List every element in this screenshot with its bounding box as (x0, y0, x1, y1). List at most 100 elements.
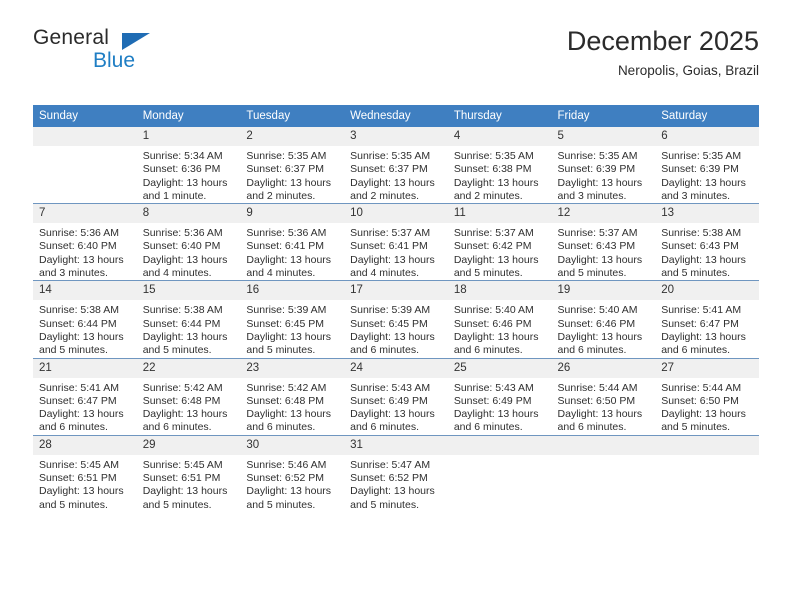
sunrise-text: Sunrise: 5:35 AM (350, 150, 431, 162)
calendar-day-cell[interactable]: 10 Sunrise: 5:37 AM Sunset: 6:41 PM Dayligh… (344, 203, 448, 281)
day-number: 2 (240, 127, 345, 146)
day-number: 8 (136, 204, 241, 224)
calendar-day-cell[interactable]: 19 Sunrise: 5:40 AM Sunset: 6:46 PM Dayligh… (551, 280, 656, 359)
calendar-day-cell[interactable]: 2 Sunrise: 5:35 AM Sunset: 6:37 PM Daylight… (240, 127, 345, 204)
calendar-day-cell[interactable]: 20 Sunrise: 5:41 AM Sunset: 6:47 PM Dayligh… (655, 280, 759, 359)
calendar-day-cell[interactable]: 8 Sunrise: 5:36 AM Sunset: 6:40 PM Daylight… (136, 203, 241, 281)
daylight-text-line2: and 6 minutes. (557, 344, 627, 357)
calendar-day-cell[interactable]: 14 Sunrise: 5:38 AM Sunset: 6:44 PM Dayligh… (33, 280, 137, 359)
calendar-day-cell[interactable]: 1 Sunrise: 5:34 AM Sunset: 6:36 PM Daylight… (136, 127, 241, 204)
calendar-day-cell[interactable]: 26 Sunrise: 5:44 AM Sunset: 6:50 PM Dayligh… (551, 357, 656, 436)
sunset-text: Sunset: 6:45 PM (350, 317, 428, 330)
day-details: Sunrise: 5:44 AM Sunset: 6:50 PM Daylight:… (655, 378, 759, 435)
day-number (33, 127, 137, 146)
daylight-text-line1: Daylight: 13 hours (557, 330, 643, 343)
daylight-text-line1: Daylight: 13 hours (453, 330, 539, 343)
sunrise-text: Sunrise: 5:34 AM (142, 150, 223, 162)
calendar-day-cell[interactable]: 9 Sunrise: 5:36 AM Sunset: 6:41 PM Daylight… (240, 203, 345, 281)
calendar-day-cell[interactable]: 12 Sunrise: 5:37 AM Sunset: 6:43 PM Dayligh… (551, 203, 656, 281)
sunset-text: Sunset: 6:50 PM (661, 394, 739, 407)
daylight-text-line2: and 6 minutes. (350, 344, 419, 357)
daylight-text-line1: Daylight: 13 hours (350, 408, 435, 421)
day-details: Sunrise: 5:38 AM Sunset: 6:44 PM Daylight:… (33, 300, 137, 357)
sunset-text: Sunset: 6:46 PM (453, 317, 532, 330)
day-number: 23 (240, 358, 345, 378)
sunset-text: Sunset: 6:52 PM (246, 472, 325, 485)
daylight-text-line1: Daylight: 13 hours (661, 176, 746, 189)
daylight-text-line1: Daylight: 13 hours (661, 253, 746, 266)
calendar-day-cell[interactable]: 23 Sunrise: 5:42 AM Sunset: 6:48 PM Dayligh… (240, 357, 345, 436)
calendar-day-cell[interactable]: 15 Sunrise: 5:38 AM Sunset: 6:44 PM Dayligh… (136, 280, 241, 359)
calendar-day-cell[interactable]: 27 Sunrise: 5:44 AM Sunset: 6:50 PM Dayligh… (655, 357, 759, 436)
sunrise-text: Sunrise: 5:46 AM (246, 458, 327, 471)
calendar-day-cell[interactable]: 31 Sunrise: 5:47 AM Sunset: 6:52 PM Dayligh… (344, 434, 448, 512)
daylight-text-line1: Daylight: 13 hours (39, 485, 124, 498)
day-details: Sunrise: 5:42 AM Sunset: 6:48 PM Daylight:… (240, 378, 344, 435)
calendar-day-cell[interactable]: 28 Sunrise: 5:45 AM Sunset: 6:51 PM Dayligh… (33, 434, 137, 512)
day-details: Sunrise: 5:34 AM Sunset: 6:36 PM Daylight:… (137, 146, 241, 203)
sunset-text: Sunset: 6:51 PM (39, 472, 117, 485)
day-number: 14 (33, 281, 137, 301)
daylight-text-line2: and 5 minutes. (246, 344, 316, 357)
calendar-day-cell[interactable]: 3 Sunrise: 5:35 AM Sunset: 6:37 PM Daylight… (344, 127, 448, 204)
day-number: 27 (655, 358, 759, 378)
sunset-text: Sunset: 6:43 PM (557, 240, 636, 253)
daylight-text-line2: and 5 minutes. (142, 344, 212, 357)
calendar-day-cell[interactable]: 30 Sunrise: 5:46 AM Sunset: 6:52 PM Dayligh… (240, 434, 345, 512)
sunset-text: Sunset: 6:40 PM (39, 240, 117, 253)
calendar-day-cell[interactable]: 13 Sunrise: 5:38 AM Sunset: 6:43 PM Dayligh… (655, 203, 759, 281)
sunset-text: Sunset: 6:41 PM (246, 240, 325, 253)
general-blue-logo[interactable]: General Blue (33, 26, 223, 86)
day-details: Sunrise: 5:35 AM Sunset: 6:38 PM Daylight:… (448, 146, 552, 203)
calendar-day-cell[interactable]: 4 Sunrise: 5:35 AM Sunset: 6:38 PM Daylight… (447, 127, 552, 204)
calendar-day-cell[interactable]: 17 Sunrise: 5:39 AM Sunset: 6:45 PM Dayligh… (344, 280, 448, 359)
daylight-text-line1: Daylight: 13 hours (557, 408, 643, 421)
calendar-day-cell[interactable]: 5 Sunrise: 5:35 AM Sunset: 6:39 PM Daylight… (551, 127, 656, 204)
day-number (447, 435, 552, 455)
day-number: 15 (136, 281, 241, 301)
daylight-text-line2: and 2 minutes. (246, 189, 316, 202)
weekday-header-thursday: Thursday (447, 105, 552, 127)
day-number: 9 (240, 204, 345, 224)
page-header: General Blue December 2025 Neropolis, Go… (33, 26, 759, 92)
day-details: Sunrise: 5:35 AM Sunset: 6:39 PM Daylight:… (552, 146, 656, 203)
sunset-text: Sunset: 6:38 PM (453, 163, 532, 176)
calendar-day-cell[interactable]: 22 Sunrise: 5:42 AM Sunset: 6:48 PM Dayligh… (136, 357, 241, 436)
daylight-text-line2: and 6 minutes. (453, 344, 523, 357)
day-number: 7 (33, 204, 137, 224)
calendar-cell-empty (551, 434, 656, 512)
daylight-text-line2: and 5 minutes. (557, 267, 627, 280)
title-block: December 2025 Neropolis, Goias, Brazil (567, 24, 759, 82)
calendar-day-cell[interactable]: 21 Sunrise: 5:41 AM Sunset: 6:47 PM Dayligh… (33, 357, 137, 436)
sunrise-text: Sunrise: 5:40 AM (557, 304, 638, 317)
daylight-text-line2: and 6 minutes. (142, 421, 212, 434)
daylight-text-line1: Daylight: 13 hours (142, 408, 228, 421)
daylight-text-line1: Daylight: 13 hours (557, 176, 643, 189)
daylight-text-line1: Daylight: 13 hours (142, 253, 228, 266)
sunrise-text: Sunrise: 5:36 AM (142, 227, 223, 240)
daylight-text-line2: and 5 minutes. (661, 267, 731, 280)
sunset-text: Sunset: 6:48 PM (142, 394, 221, 407)
daylight-text-line2: and 6 minutes. (350, 421, 419, 434)
logo-text-blue: Blue (93, 49, 136, 72)
day-number: 4 (447, 127, 552, 146)
daylight-text-line2: and 3 minutes. (557, 189, 627, 202)
sunrise-text: Sunrise: 5:41 AM (39, 381, 119, 394)
calendar-day-cell[interactable]: 18 Sunrise: 5:40 AM Sunset: 6:46 PM Dayligh… (447, 280, 552, 359)
daylight-text-line1: Daylight: 13 hours (39, 330, 124, 343)
calendar-day-cell[interactable]: 29 Sunrise: 5:45 AM Sunset: 6:51 PM Dayligh… (136, 434, 241, 512)
calendar-day-cell[interactable]: 24 Sunrise: 5:43 AM Sunset: 6:49 PM Dayligh… (344, 357, 448, 436)
sunrise-text: Sunrise: 5:43 AM (453, 381, 534, 394)
calendar-day-cell[interactable]: 6 Sunrise: 5:35 AM Sunset: 6:39 PM Daylight… (655, 127, 759, 204)
sunrise-text: Sunrise: 5:36 AM (39, 227, 119, 240)
daylight-text-line1: Daylight: 13 hours (39, 253, 124, 266)
calendar-day-cell[interactable]: 16 Sunrise: 5:39 AM Sunset: 6:45 PM Dayligh… (240, 280, 345, 359)
day-number: 29 (136, 435, 241, 455)
daylight-text-line1: Daylight: 13 hours (246, 408, 332, 421)
calendar-day-cell[interactable]: 11 Sunrise: 5:37 AM Sunset: 6:42 PM Dayligh… (447, 203, 552, 281)
weekday-header-wednesday: Wednesday (344, 105, 448, 127)
day-details: Sunrise: 5:36 AM Sunset: 6:40 PM Daylight:… (33, 223, 137, 280)
calendar-day-cell[interactable]: 25 Sunrise: 5:43 AM Sunset: 6:49 PM Dayligh… (447, 357, 552, 436)
sunset-text: Sunset: 6:40 PM (142, 240, 221, 253)
calendar-day-cell[interactable]: 7 Sunrise: 5:36 AM Sunset: 6:40 PM Daylight… (33, 203, 137, 281)
